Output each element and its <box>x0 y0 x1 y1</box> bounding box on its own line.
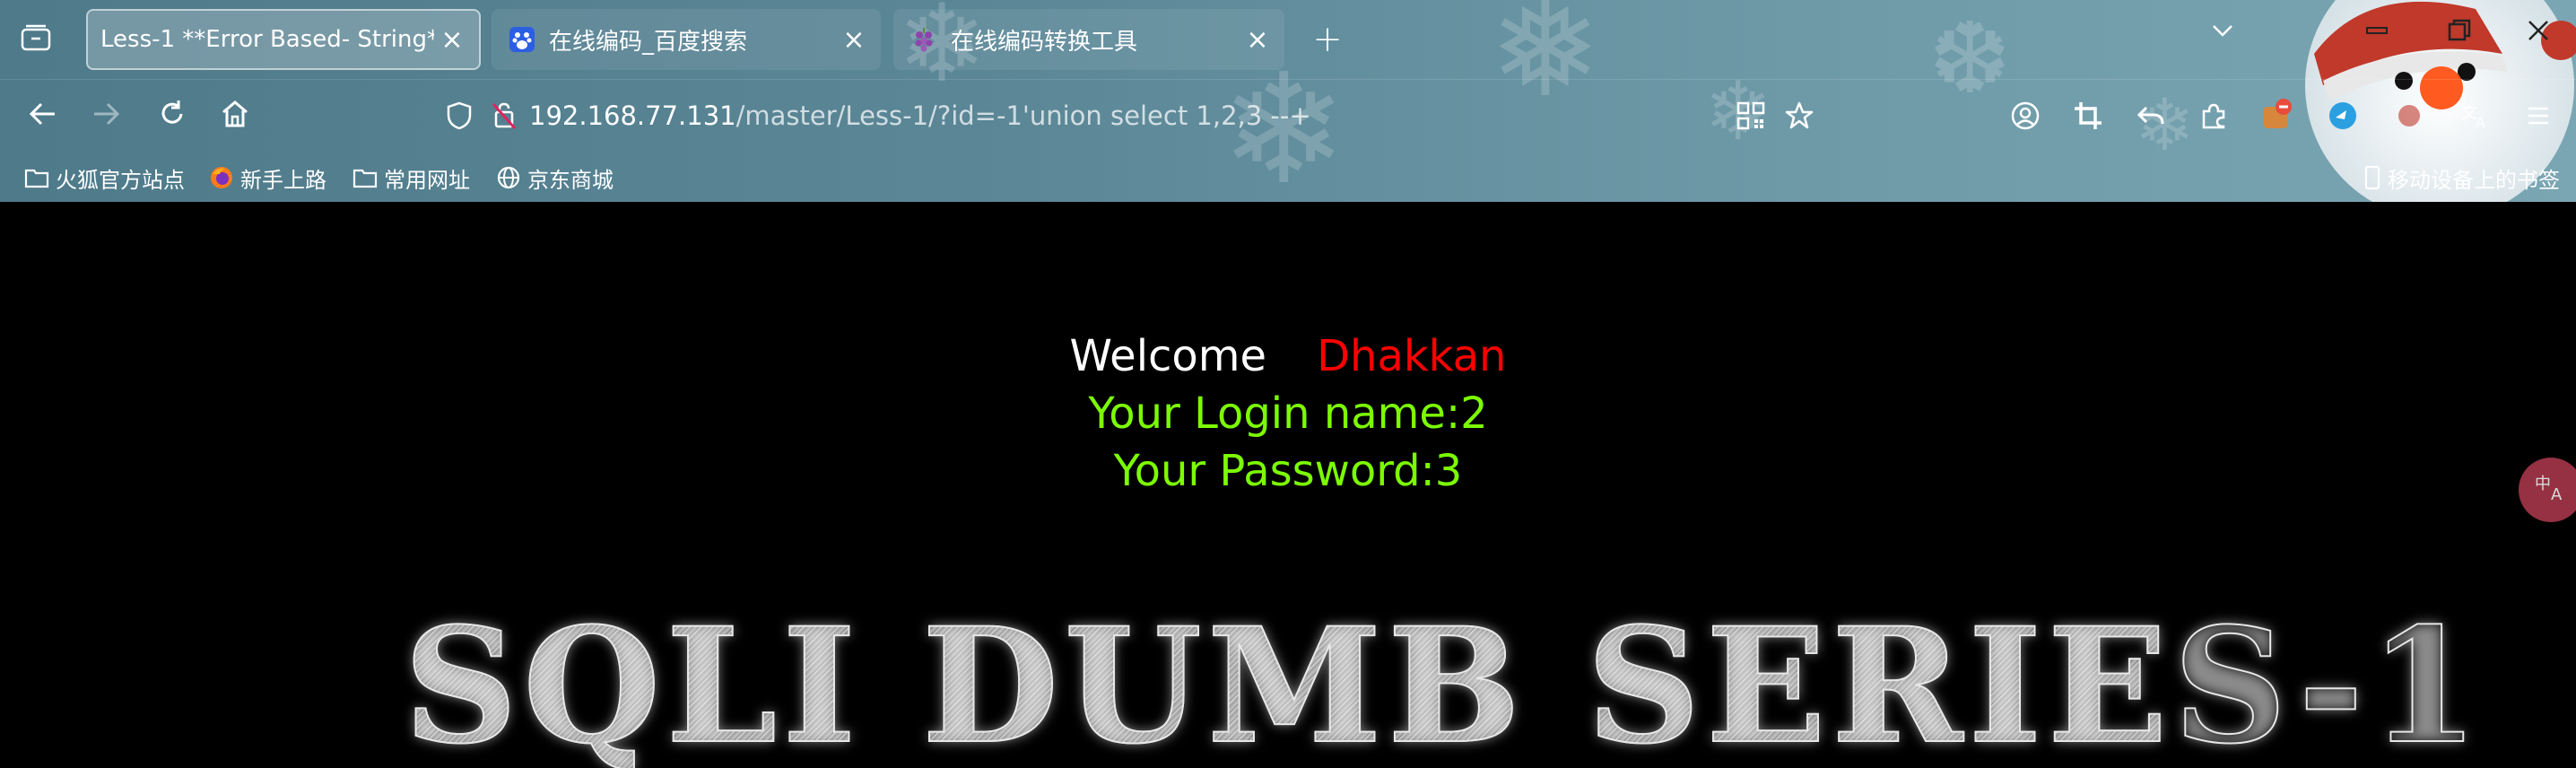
mobile-device-icon <box>2363 164 2382 191</box>
extension-badge-icon[interactable] <box>2257 96 2296 135</box>
tab-label: 在线编码转换工具 <box>951 28 1138 56</box>
tab-overflow-chevron-icon[interactable] <box>2210 18 2235 49</box>
translate-icon[interactable]: 文A <box>2456 96 2495 135</box>
url-bar[interactable]: 192.168.77.131/master/Less-1/?id=-1'unio… <box>431 92 1830 140</box>
forward-arrow-icon <box>91 99 121 133</box>
url-path: /master/Less-1/?id=-1'union select 1,2,3… <box>735 100 1311 131</box>
page-content: Welcome Dhakkan Your Login name:2 Your Pa… <box>0 202 2576 768</box>
url-text[interactable]: 192.168.77.131/master/Less-1/?id=-1'unio… <box>529 100 1311 131</box>
baidu-paw-icon <box>508 25 536 54</box>
extension-hidden-icon[interactable] <box>2389 96 2429 135</box>
home-icon <box>220 99 250 133</box>
tab-label: 在线编码_百度搜索 <box>549 28 748 56</box>
bookmark-star-icon[interactable] <box>1780 96 1819 135</box>
nav-bar: 192.168.77.131/master/Less-1/?id=-1'unio… <box>0 79 2576 153</box>
bookmark-firefox-official[interactable]: 火狐官方站点 <box>23 161 185 194</box>
floating-translate-button[interactable]: 中A <box>2519 458 2576 522</box>
folder-icon <box>23 164 50 191</box>
account-icon[interactable] <box>2006 96 2045 135</box>
minimize-button[interactable] <box>2364 18 2389 49</box>
bookmark-label: 常用网址 <box>384 167 470 193</box>
extension-blue-icon[interactable] <box>2323 96 2363 135</box>
mobile-bookmarks[interactable]: 移动设备上的书签 <box>2363 161 2560 194</box>
url-host: 192.168.77.131 <box>529 100 736 131</box>
login-name-result: Your Login name:2 <box>1088 388 1488 439</box>
bookmark-common-sites[interactable]: 常用网址 <box>352 161 470 194</box>
tab-close-button[interactable]: × <box>1240 22 1275 57</box>
shield-icon[interactable] <box>439 96 479 135</box>
extensions-puzzle-icon[interactable] <box>2194 96 2233 135</box>
bookmark-label: 新手上路 <box>240 167 326 193</box>
browser-chrome: ❄ ❄ ❅ ❄ ❆ ❄ Less-1 **Error Based- String… <box>0 0 2576 202</box>
svg-text:A: A <box>2476 114 2485 131</box>
close-window-button[interactable] <box>2526 18 2551 49</box>
qr-code-icon[interactable] <box>1731 96 1771 135</box>
tab-close-button[interactable]: × <box>836 22 872 57</box>
translate-icon: 中A <box>2533 471 2569 509</box>
sqli-banner-image: SQLI DUMB SERIES-1 <box>403 593 2485 768</box>
tab-label: Less-1 **Error Based- String** <box>100 26 434 53</box>
mobile-bookmarks-label: 移动设备上的书签 <box>2388 167 2560 193</box>
insecure-connection-icon[interactable] <box>484 96 524 135</box>
svg-text:A: A <box>2551 485 2563 503</box>
username-text: Dhakkan <box>1317 331 1507 381</box>
globe-icon <box>495 164 522 191</box>
back-button[interactable] <box>23 96 63 135</box>
welcome-text: Welcome <box>1069 331 1267 381</box>
bookmark-getting-started[interactable]: 新手上路 <box>208 161 326 194</box>
restore-button[interactable] <box>2447 18 2472 49</box>
tab-less-1[interactable]: Less-1 **Error Based- String** × <box>86 9 481 70</box>
bookmarks-toolbar: 火狐官方站点 新手上路 常用网址 京东商城 移动设备上的书签 <box>0 154 2576 201</box>
tab-bar: Less-1 **Error Based- String** × 在线编码_百度… <box>0 0 2576 80</box>
grape-icon <box>909 25 938 54</box>
folder-icon <box>352 164 379 191</box>
tab-close-button[interactable]: × <box>434 22 470 57</box>
bookmark-jd-mall[interactable]: 京东商城 <box>495 161 614 194</box>
password-result: Your Password:3 <box>1113 446 1463 496</box>
app-menu-icon[interactable] <box>2519 96 2558 135</box>
new-tab-button[interactable]: + <box>1308 19 1347 60</box>
bookmark-label: 京东商城 <box>527 167 614 193</box>
tab-baidu-search[interactable]: 在线编码_百度搜索 × <box>492 9 881 70</box>
reload-icon <box>157 99 187 133</box>
welcome-line: Welcome Dhakkan <box>0 327 2576 385</box>
back-arrow-icon <box>28 99 58 133</box>
bookmark-label: 火狐官方站点 <box>56 167 185 193</box>
firefox-icon <box>208 164 235 191</box>
undo-close-tab-icon[interactable] <box>2131 96 2171 135</box>
reload-button[interactable] <box>152 96 192 135</box>
svg-text:中: 中 <box>2535 475 2551 493</box>
tab-encoding-tool[interactable]: 在线编码转换工具 × <box>893 9 1284 70</box>
screenshot-crop-icon[interactable] <box>2068 96 2108 135</box>
forward-button[interactable] <box>86 96 126 135</box>
tab-list-icon <box>21 24 51 55</box>
home-button[interactable] <box>215 96 255 135</box>
tab-list-button[interactable] <box>16 20 56 59</box>
